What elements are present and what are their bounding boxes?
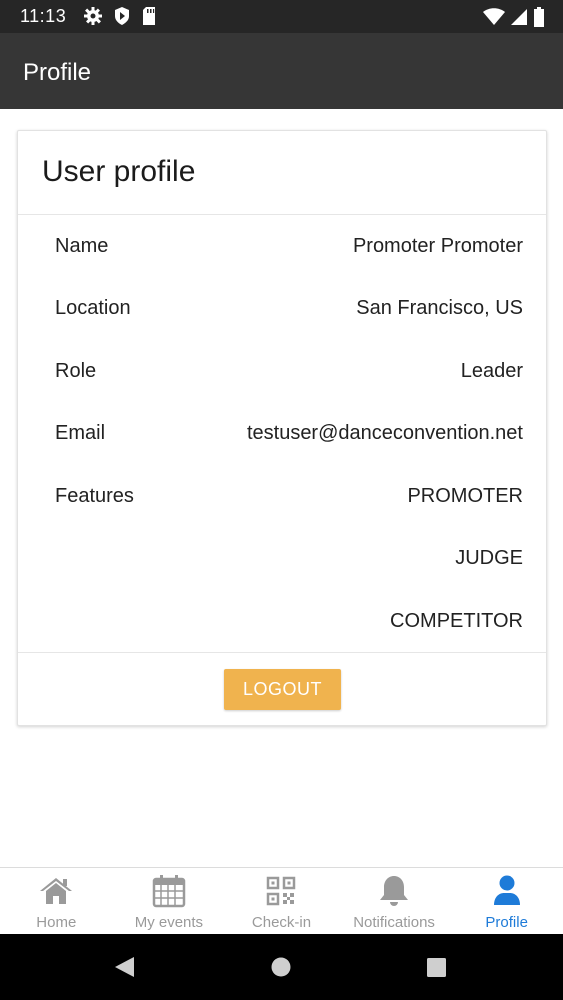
row-value: Leader (460, 360, 523, 382)
row-value: testuser@danceconvention.net (246, 422, 523, 444)
user-icon (490, 874, 524, 908)
nav-label: Home (36, 914, 77, 931)
bottom-navigation: Home My events Check-in Notifications Pr… (0, 867, 563, 934)
status-bar: 11:13 (0, 0, 563, 33)
row-label: Name (55, 235, 109, 257)
home-icon (39, 874, 73, 908)
profile-row-feature-judge: JUDGE (18, 539, 546, 579)
status-icons-right (483, 7, 545, 32)
row-value: COMPETITOR (390, 610, 523, 632)
profile-row-location: Location San Francisco, US (18, 289, 546, 329)
card-footer-divider (18, 652, 546, 653)
logout-button[interactable]: LOGOUT (224, 669, 341, 710)
nav-item-my-events[interactable]: My events (113, 868, 226, 934)
status-time: 11:13 (20, 6, 67, 26)
wifi-icon (483, 8, 505, 31)
profile-row-email: Email testuser@danceconvention.net (18, 414, 546, 454)
nav-item-notifications[interactable]: Notifications (338, 868, 451, 934)
calendar-icon (152, 874, 186, 908)
home-circle-icon[interactable] (271, 957, 291, 982)
row-label: Email (55, 422, 106, 444)
nav-item-profile[interactable]: Profile (450, 868, 563, 934)
bell-icon (377, 874, 411, 908)
nav-item-home[interactable]: Home (0, 868, 113, 934)
profile-row-feature-competitor: COMPETITOR (18, 602, 546, 642)
nav-label: Profile (485, 914, 528, 931)
nav-label: Check-in (251, 914, 312, 931)
row-label: Role (55, 360, 97, 382)
row-value: Promoter Promoter (352, 235, 523, 257)
row-label: Features (55, 485, 134, 507)
system-navigation-bar (0, 934, 563, 1000)
profile-row-features: Features PROMOTER (18, 477, 546, 517)
profile-row-name: Name Promoter Promoter (18, 227, 546, 267)
page-title: Profile (23, 59, 92, 86)
user-profile-card: User profile Name Promoter Promoter Loca… (17, 130, 547, 726)
nav-item-check-in[interactable]: Check-in (225, 868, 338, 934)
gear-icon (83, 6, 103, 31)
nav-label: My events (134, 914, 204, 931)
row-value: San Francisco, US (356, 297, 523, 319)
qr-code-icon (264, 874, 298, 908)
signal-icon (511, 8, 527, 31)
card-title: User profile (42, 155, 196, 188)
sd-card-icon (141, 6, 157, 31)
card-header-divider (18, 214, 546, 215)
battery-icon (533, 7, 545, 32)
nav-label: Notifications (353, 914, 435, 931)
row-value: JUDGE (455, 547, 523, 569)
recents-icon[interactable] (427, 958, 446, 982)
row-label: Location (55, 297, 131, 319)
status-icons-left (83, 6, 157, 31)
back-icon[interactable] (113, 956, 135, 983)
row-value: PROMOTER (407, 485, 523, 507)
shield-icon (113, 6, 131, 31)
app-bar: Profile (0, 33, 563, 109)
profile-row-role: Role Leader (18, 352, 546, 392)
